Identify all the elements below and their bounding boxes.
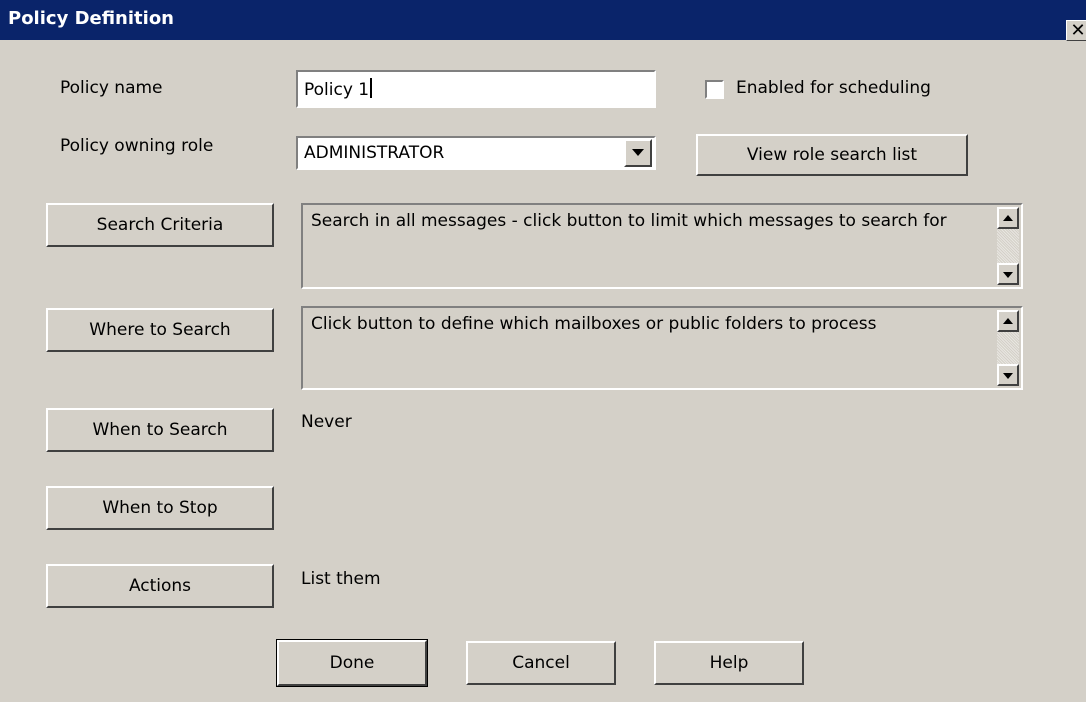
view-role-search-list-button[interactable]: View role search list — [696, 134, 968, 176]
when-to-stop-button[interactable]: When to Stop — [46, 486, 274, 530]
actions-value: List them — [301, 569, 381, 589]
when-to-search-button[interactable]: When to Search — [46, 408, 274, 452]
search-criteria-text: Search in all messages - click button to… — [311, 211, 947, 231]
search-criteria-button[interactable]: Search Criteria — [46, 203, 274, 247]
policy-name-input[interactable]: Policy 1 — [296, 70, 656, 108]
policy-name-value: Policy 1 — [304, 80, 370, 100]
scroll-up-icon[interactable] — [997, 310, 1019, 332]
close-icon[interactable]: ✕ — [1066, 20, 1086, 41]
cancel-button[interactable]: Cancel — [466, 641, 616, 685]
where-to-search-button[interactable]: Where to Search — [46, 308, 274, 352]
done-button[interactable]: Done — [276, 639, 428, 687]
where-to-search-scrollbar[interactable] — [997, 310, 1019, 386]
window-title: Policy Definition — [8, 8, 174, 29]
where-to-search-text: Click button to define which mailboxes o… — [311, 314, 877, 334]
search-criteria-textbox[interactable]: Search in all messages - click button to… — [301, 203, 1023, 289]
dropdown-arrow-button[interactable] — [624, 139, 652, 167]
actions-button[interactable]: Actions — [46, 564, 274, 608]
policy-name-label: Policy name — [60, 78, 163, 98]
owning-role-value: ADMINISTRATOR — [304, 143, 445, 163]
search-criteria-scrollbar[interactable] — [997, 207, 1019, 285]
help-button[interactable]: Help — [654, 641, 804, 685]
owning-role-label: Policy owning role — [60, 136, 214, 156]
title-bar: Policy Definition ✕ — [0, 0, 1086, 41]
scroll-down-icon[interactable] — [997, 263, 1019, 285]
enabled-for-scheduling-checkbox[interactable] — [705, 80, 724, 99]
scroll-down-icon[interactable] — [997, 364, 1019, 386]
chevron-down-icon — [632, 149, 644, 156]
text-caret — [370, 78, 373, 98]
where-to-search-textbox[interactable]: Click button to define which mailboxes o… — [301, 306, 1023, 390]
scroll-up-icon[interactable] — [997, 207, 1019, 229]
enabled-for-scheduling-label: Enabled for scheduling — [736, 78, 931, 98]
owning-role-select[interactable]: ADMINISTRATOR — [296, 136, 656, 170]
when-to-search-value: Never — [301, 412, 352, 432]
